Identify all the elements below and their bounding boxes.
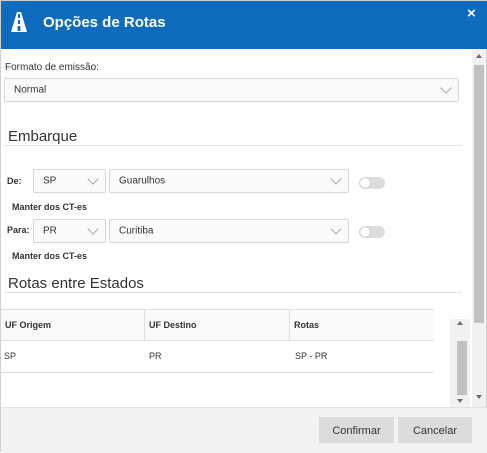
from-city-value: Guarulhos (119, 175, 166, 187)
cell-destination: PR (149, 351, 162, 361)
to-uf-select[interactable]: PR (33, 219, 106, 243)
confirm-button[interactable]: Confirmar (319, 417, 394, 443)
scroll-up-icon[interactable] (476, 54, 482, 58)
from-city-select[interactable]: Guarulhos (109, 169, 349, 193)
routes-table-header: UF Origem UF Destino Rotas (1, 309, 434, 341)
cancel-button[interactable]: Cancelar (398, 417, 472, 443)
routes-title: Rotas entre Estados (8, 275, 144, 292)
routes-divider (4, 292, 462, 293)
column-header-origin[interactable]: UF Origem (1, 310, 144, 340)
from-keep-toggle[interactable] (359, 177, 385, 189)
chevron-down-icon (87, 223, 99, 235)
chevron-down-icon (330, 173, 342, 185)
chevron-down-icon (330, 223, 342, 235)
table-scroll-down-icon[interactable] (457, 399, 463, 403)
cell-origin: SP (4, 351, 17, 361)
table-scroll-thumb[interactable] (457, 341, 467, 395)
to-city-select[interactable]: Curitiba (109, 219, 349, 243)
to-keep-toggle[interactable] (359, 226, 385, 238)
dialog-footer: Confirmar Cancelar (1, 407, 487, 453)
format-select-value: Normal (14, 84, 47, 96)
dialog-title: Opções de Rotas (43, 14, 166, 31)
route-options-dialog: Opções de Rotas × Formato de emissão: No… (0, 0, 487, 453)
from-uf-value: SP (43, 175, 57, 187)
toggle-knob (360, 178, 370, 188)
chevron-down-icon (440, 82, 452, 94)
table-scroll-up-icon[interactable] (457, 321, 463, 325)
table-scrollbar[interactable] (450, 319, 470, 407)
column-header-destination[interactable]: UF Destino (145, 310, 289, 340)
title-bar: Opções de Rotas × (1, 1, 487, 49)
to-city-value: Curitiba (119, 225, 154, 237)
column-header-routes[interactable]: Rotas (290, 310, 434, 340)
embarque-title: Embarque (8, 128, 78, 145)
format-select[interactable]: Normal (4, 78, 459, 102)
chevron-down-icon (87, 173, 99, 185)
to-uf-value: PR (43, 225, 57, 237)
scroll-down-icon[interactable] (476, 395, 482, 399)
from-keep-label: Manter dos CT-es (12, 202, 88, 212)
toggle-knob (360, 227, 370, 237)
close-icon[interactable]: × (467, 5, 476, 22)
content-scroll-thumb[interactable] (474, 65, 484, 323)
table-row[interactable]: SP PR SP - PR (1, 341, 434, 373)
to-keep-label: Manter dos CT-es (12, 251, 88, 261)
content-scrollbar[interactable] (472, 49, 486, 407)
cell-route: SP - PR (295, 351, 328, 361)
from-label: De: (7, 176, 22, 186)
to-label: Para: (7, 225, 30, 235)
from-uf-select[interactable]: SP (33, 169, 106, 193)
embarque-divider (4, 145, 462, 146)
format-label: Formato de emissão: (5, 62, 99, 73)
road-icon (11, 12, 27, 32)
